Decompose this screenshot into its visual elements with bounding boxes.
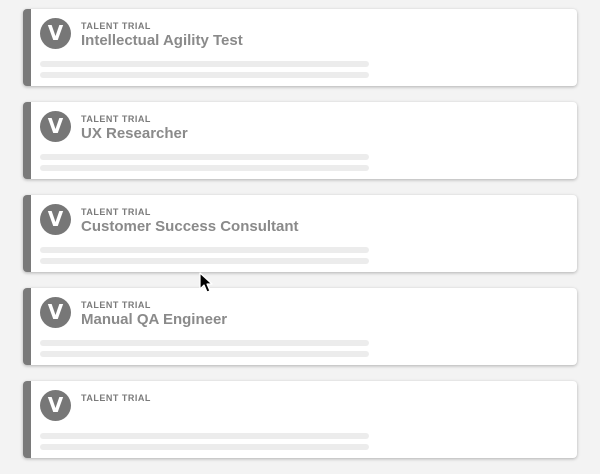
skeleton-line (40, 351, 369, 357)
company-logo-avatar: V (40, 297, 71, 328)
card-title: Customer Success Consultant (81, 218, 299, 235)
skeleton-line (40, 340, 369, 346)
mouse-pointer-icon (199, 272, 213, 293)
skeleton-line (40, 247, 369, 253)
skeleton-line (40, 433, 369, 439)
card-eyebrow: TALENT TRIAL (81, 300, 151, 310)
company-logo-avatar: V (40, 18, 71, 49)
card-eyebrow: TALENT TRIAL (81, 21, 151, 31)
trial-card[interactable]: V TALENT TRIAL Intellectual Agility Test (23, 9, 577, 86)
card-eyebrow: TALENT TRIAL (81, 393, 151, 403)
skeleton-line (40, 258, 369, 264)
card-title: UX Researcher (81, 125, 188, 142)
card-list: V TALENT TRIAL Intellectual Agility Test… (23, 9, 577, 474)
trial-card[interactable]: V TALENT TRIAL Manual QA Engineer (23, 288, 577, 365)
skeleton-line (40, 154, 369, 160)
card-title: Manual QA Engineer (81, 311, 228, 328)
trial-card[interactable]: V TALENT TRIAL Customer Success Consulta… (23, 195, 577, 272)
company-logo-avatar: V (40, 111, 71, 142)
skeleton-line (40, 72, 369, 78)
card-eyebrow: TALENT TRIAL (81, 114, 151, 124)
trial-card[interactable]: V TALENT TRIAL UX Researcher (23, 102, 577, 179)
trial-card[interactable]: V TALENT TRIAL (23, 381, 577, 458)
card-eyebrow: TALENT TRIAL (81, 207, 151, 217)
skeleton-line (40, 444, 369, 450)
skeleton-line (40, 61, 369, 67)
company-logo-avatar: V (40, 204, 71, 235)
skeleton-line (40, 165, 369, 171)
company-logo-avatar: V (40, 390, 71, 421)
card-title: Intellectual Agility Test (81, 32, 243, 49)
